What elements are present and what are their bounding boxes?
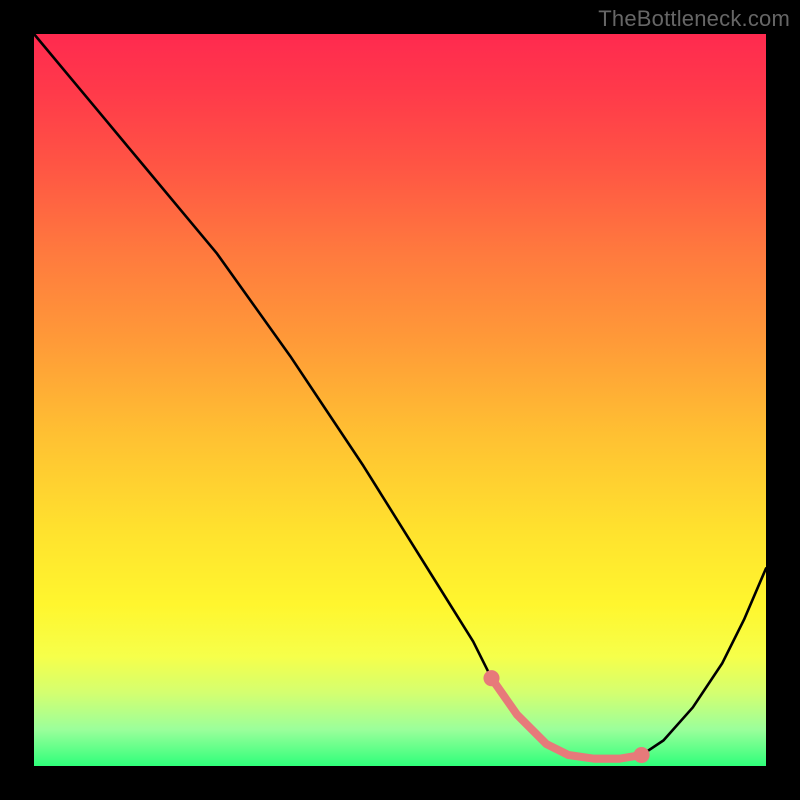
bottleneck-curve — [34, 34, 766, 759]
flat-region-highlight — [492, 678, 642, 759]
flat-region-end-dot — [634, 747, 650, 763]
flat-region-start-dot — [483, 670, 499, 686]
chart-frame: TheBottleneck.com — [0, 0, 800, 800]
chart-overlay — [34, 34, 766, 766]
attribution-text: TheBottleneck.com — [598, 6, 790, 32]
